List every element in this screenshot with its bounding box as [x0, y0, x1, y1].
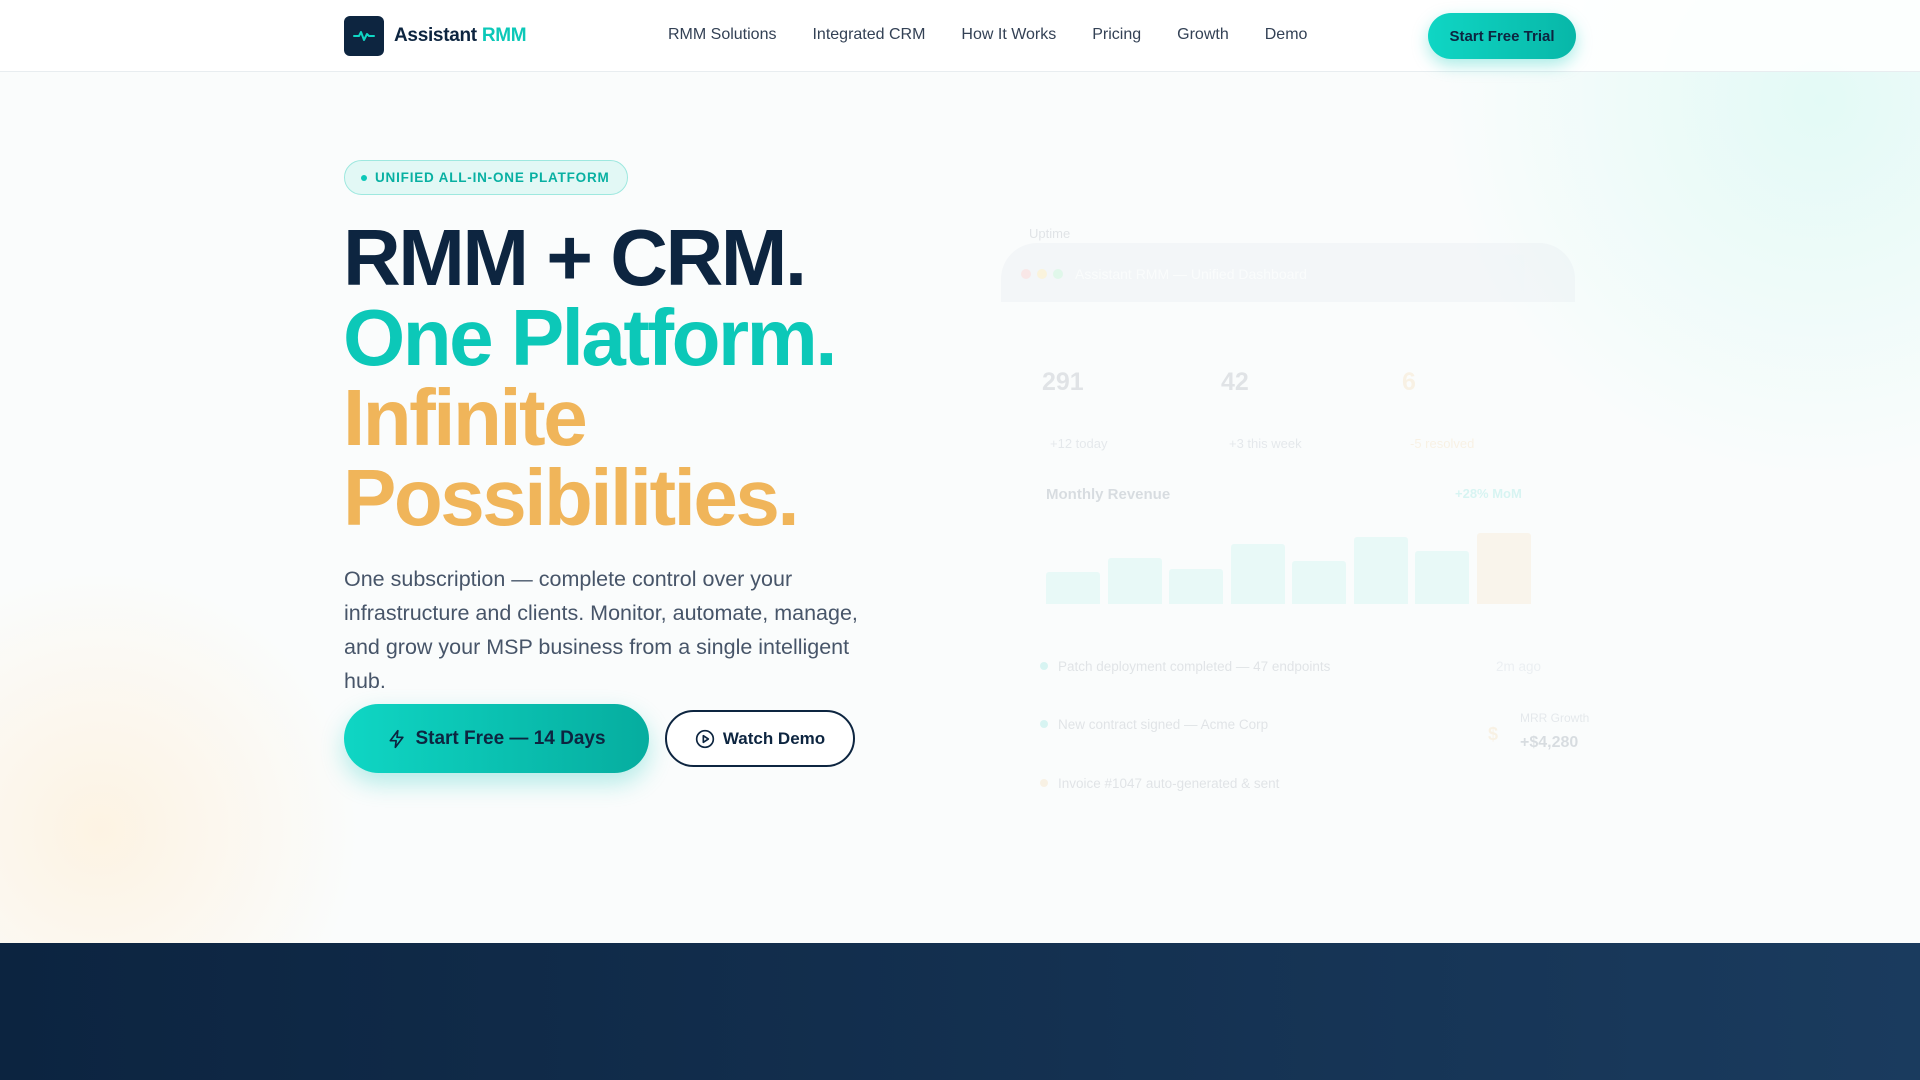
- revenue-bar-chart: [1046, 533, 1536, 604]
- revenue-bar: [1230, 543, 1285, 604]
- platform-badge: UNIFIED ALL-IN-ONE PLATFORM: [344, 160, 628, 195]
- revenue-title: Monthly Revenue: [1046, 486, 1171, 503]
- nav-link-demo[interactable]: Demo: [1265, 26, 1308, 44]
- revenue-bar: [1169, 568, 1223, 604]
- activity-item: New contract signed — Acme Corp: [1058, 717, 1269, 732]
- revenue-change: +28% MoM: [1455, 486, 1522, 501]
- logo[interactable]: Assistant RMM: [344, 16, 527, 56]
- uptime-label: Uptime: [1029, 226, 1071, 241]
- activity-dot: [1040, 720, 1048, 728]
- window-dot-red: [1021, 269, 1031, 279]
- stat-value: 42: [1221, 368, 1249, 396]
- pulse-icon: [344, 16, 384, 56]
- watch-demo-label: Watch Demo: [722, 728, 826, 748]
- activity-item: Invoice #1047 auto-generated & sent: [1058, 776, 1280, 791]
- headline-line-2: One Platform.: [343, 293, 838, 382]
- revenue-bar: [1415, 550, 1469, 604]
- window-dot-yellow: [1037, 269, 1047, 279]
- dollar-icon: $: [1488, 724, 1499, 744]
- mrr-label: MRR Growth: [1520, 711, 1590, 725]
- hero-subtitle: One subscription — complete control over…: [344, 567, 858, 693]
- stat-sub: +3 this week: [1229, 436, 1302, 451]
- stat-sub: +12 today: [1050, 436, 1108, 451]
- mrr-value: +$4,280: [1520, 734, 1579, 751]
- hero-headline: RMM + CRM. One Platform. Infinite Possib…: [343, 213, 838, 542]
- revenue-bar: [1353, 536, 1408, 604]
- revenue-bar: [1107, 557, 1162, 604]
- nav-link-integrated-crm[interactable]: Integrated CRM: [812, 26, 925, 44]
- dashboard-preview: Uptime Assistant RMM — Unified Dashboard…: [1000, 226, 1600, 846]
- activity-dot: [1040, 779, 1048, 787]
- revenue-bar: [1046, 572, 1100, 604]
- brand-name: Assistant RMM: [394, 25, 527, 46]
- start-free-label: Start Free — 14 Days: [415, 727, 606, 749]
- watch-demo-button[interactable]: Watch Demo: [665, 710, 855, 767]
- start-free-trial-button[interactable]: Start Free Trial: [1428, 13, 1576, 59]
- stat-value: 291: [1042, 368, 1084, 396]
- next-section: [0, 943, 1920, 1080]
- nav-links: RMM Solutions Integrated CRM How It Work…: [668, 26, 1307, 44]
- nav-link-how-it-works[interactable]: How It Works: [961, 26, 1056, 44]
- revenue-bar: [1476, 533, 1531, 604]
- play-circle-icon: [695, 729, 714, 748]
- nav-link-growth[interactable]: Growth: [1177, 26, 1229, 44]
- top-nav: Assistant RMM RMM Solutions Integrated C…: [0, 0, 1920, 72]
- window-dot-green: [1053, 269, 1063, 279]
- nav-link-pricing[interactable]: Pricing: [1092, 26, 1141, 44]
- stat-sub: -5 resolved: [1410, 436, 1475, 451]
- activity-item: Patch deployment completed — 47 endpoint…: [1058, 659, 1331, 674]
- revenue-bar: [1292, 561, 1346, 604]
- headline-line-1: RMM + CRM.: [343, 213, 807, 302]
- nav-link-rmm-solutions[interactable]: RMM Solutions: [668, 26, 776, 44]
- dashboard-title: Assistant RMM — Unified Dashboard: [1075, 266, 1307, 282]
- stat-value: 6: [1402, 368, 1416, 396]
- activity-time: 2m ago: [1496, 659, 1542, 674]
- activity-dot: [1040, 662, 1048, 670]
- start-free-button[interactable]: Start Free — 14 Days: [344, 704, 649, 773]
- headline-line-3: Infinite: [343, 373, 588, 462]
- headline-line-4: Possibilities.: [343, 453, 800, 542]
- hero-background: [0, 0, 1920, 943]
- lightning-icon: [389, 729, 405, 748]
